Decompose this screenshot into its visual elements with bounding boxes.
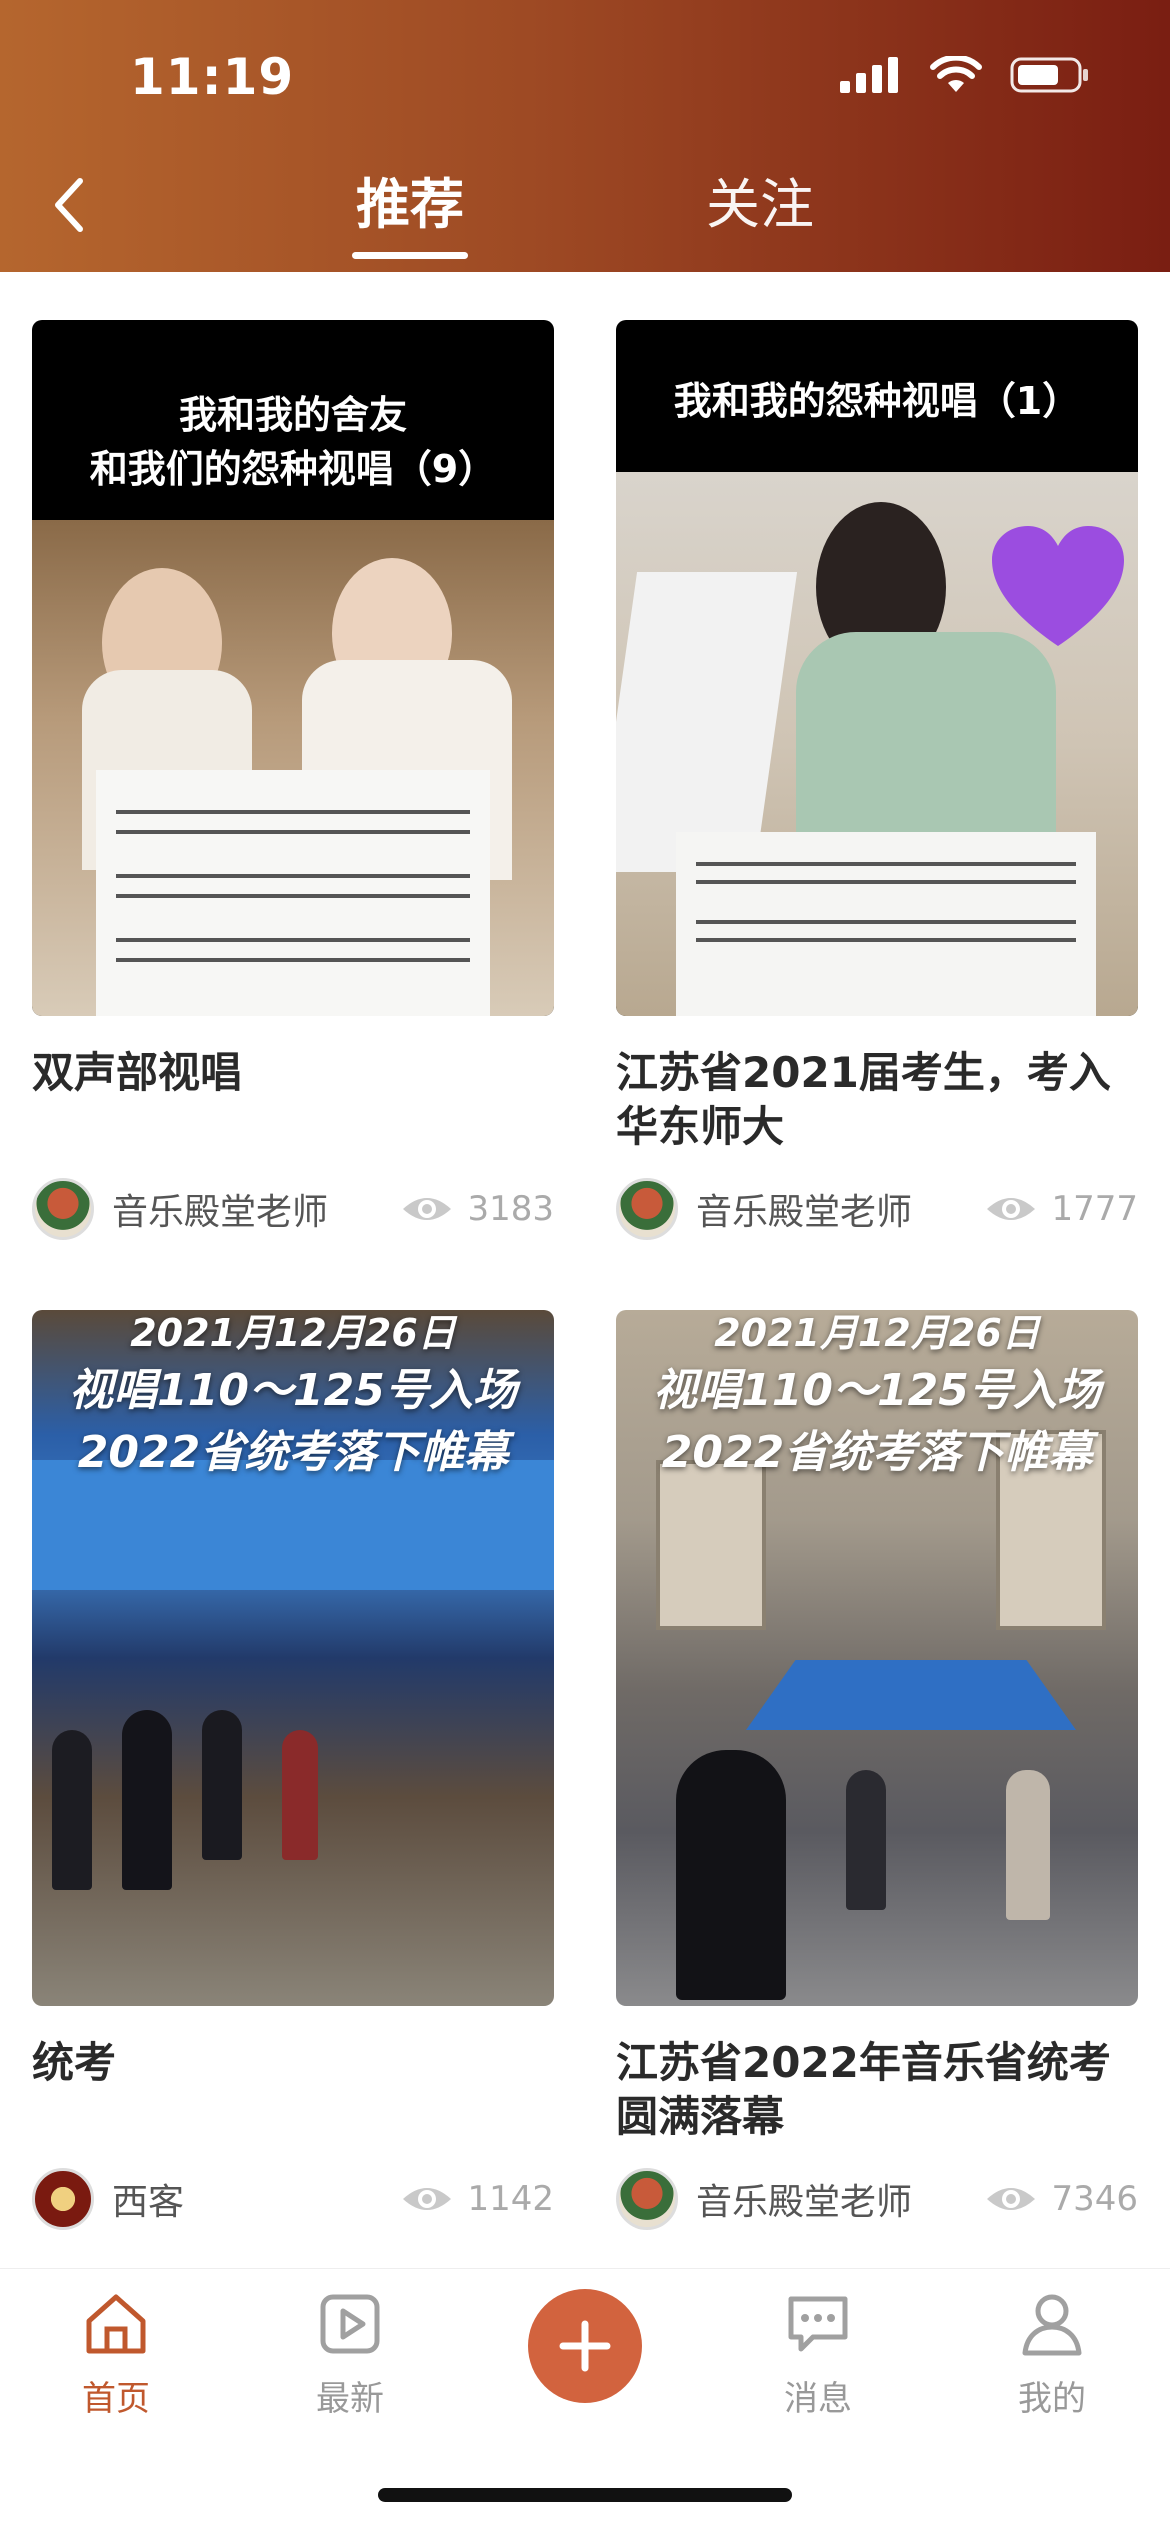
view-count: 1777 xyxy=(1051,1189,1138,1229)
plus-icon xyxy=(559,2320,611,2372)
person-figure xyxy=(52,1730,92,1890)
video-card[interactable]: 2021月12月26日 视唱110～125号入场 2022省统考落下帷幕 江苏省… xyxy=(616,1310,1138,2230)
thumbnail-photo xyxy=(32,520,554,1016)
video-card[interactable]: 我和我的舍友 和我们的怨种视唱（9） 双声部视唱 音乐殿堂老师 3183 xyxy=(32,320,554,1240)
tab-follow[interactable]: 关注 xyxy=(700,160,820,239)
person-figure xyxy=(676,1750,786,2000)
thumbnail-caption-line: 我和我的怨种视唱（1） xyxy=(673,379,1081,423)
battery-icon xyxy=(1010,57,1088,93)
person-figure xyxy=(846,1770,886,1910)
message-icon xyxy=(788,2296,848,2352)
author-name[interactable]: 音乐殿堂老师 xyxy=(696,2173,985,2225)
purple-heart-icon xyxy=(992,526,1124,646)
video-title[interactable]: 江苏省2021届考生，考入华东师大 xyxy=(616,1046,1138,1154)
nav-item-profile[interactable]: 我的 xyxy=(972,2289,1132,2420)
view-count: 7346 xyxy=(1051,2179,1138,2219)
home-icon xyxy=(86,2294,146,2354)
view-count: 1142 xyxy=(467,2179,554,2219)
wifi-icon xyxy=(930,56,982,92)
status-time: 11:19 xyxy=(130,48,295,106)
nav-label: 消息 xyxy=(784,2379,852,2419)
profile-icon xyxy=(1022,2294,1082,2356)
avatar[interactable] xyxy=(616,1178,678,1240)
nav-label: 我的 xyxy=(1018,2379,1086,2419)
avatar[interactable] xyxy=(32,1178,94,1240)
nav-item-home[interactable]: 首页 xyxy=(36,2289,196,2420)
avatar[interactable] xyxy=(32,2168,94,2230)
video-card[interactable]: 我和我的怨种视唱（1） 江苏省2021届考生，考入华东师大 音乐殿堂老师 177… xyxy=(616,320,1138,1240)
thumbnail-caption-line: 2022省统考落下帷幕 xyxy=(661,1427,1093,1478)
add-button[interactable] xyxy=(528,2289,642,2403)
video-thumbnail[interactable]: 2021月12月26日 视唱110～125号入场 2022省统考落下帷幕 xyxy=(32,1310,554,2006)
play-icon xyxy=(320,2294,380,2354)
video-meta: 音乐殿堂老师 1777 xyxy=(616,1178,1138,1240)
video-title[interactable]: 江苏省2022年音乐省统考圆满落幕 xyxy=(616,2036,1138,2144)
thumbnail-caption-line: 2022省统考落下帷幕 xyxy=(77,1427,509,1478)
thumbnail-caption-line: 视唱110～125号入场 xyxy=(653,1365,1101,1416)
video-meta: 音乐殿堂老师 3183 xyxy=(32,1178,554,1240)
view-count-icon xyxy=(987,2188,1036,2210)
video-card[interactable]: 2021月12月26日 视唱110～125号入场 2022省统考落下帷幕 统考 … xyxy=(32,1310,554,2230)
author-name[interactable]: 音乐殿堂老师 xyxy=(112,1183,401,1235)
person-figure xyxy=(122,1710,172,1890)
nav-label: 首页 xyxy=(82,2379,150,2419)
sheet-music xyxy=(96,770,490,1016)
signal-icon xyxy=(840,57,898,93)
thumbnail-caption-line: 2021月12月26日 xyxy=(130,1311,456,1355)
building-window xyxy=(656,1460,766,1630)
status-icons xyxy=(840,56,1090,94)
video-title[interactable]: 双声部视唱 xyxy=(32,1046,554,1154)
tab-recommend[interactable]: 推荐 xyxy=(350,160,470,239)
author-name[interactable]: 西客 xyxy=(112,2173,401,2225)
sheet-music xyxy=(616,572,798,872)
person-figure xyxy=(202,1710,242,1860)
author-name[interactable]: 音乐殿堂老师 xyxy=(696,1183,985,1235)
nav-label: 最新 xyxy=(316,2379,384,2419)
avatar[interactable] xyxy=(616,2168,678,2230)
video-meta: 音乐殿堂老师 7346 xyxy=(616,2168,1138,2230)
chevron-left-icon xyxy=(55,178,83,232)
person-figure xyxy=(282,1730,318,1860)
view-count: 3183 xyxy=(467,1189,554,1229)
thumbnail-caption-line: 和我们的怨种视唱（9） xyxy=(89,447,497,491)
nav-item-latest[interactable]: 最新 xyxy=(270,2289,430,2420)
back-button[interactable] xyxy=(40,165,100,245)
thumbnail-caption-line: 2021月12月26日 xyxy=(714,1311,1040,1355)
sheet-music xyxy=(676,832,1096,1016)
home-indicator xyxy=(378,2488,792,2502)
nav-item-messages[interactable]: 消息 xyxy=(738,2289,898,2420)
view-count-icon xyxy=(987,1198,1036,1220)
view-count-icon xyxy=(403,1198,452,1220)
thumbnail-photo xyxy=(616,472,1138,1016)
person-figure xyxy=(1006,1770,1050,1920)
tab-active-indicator xyxy=(352,252,468,259)
video-thumbnail[interactable]: 我和我的怨种视唱（1） xyxy=(616,320,1138,1016)
thumbnail-caption-line: 我和我的舍友 xyxy=(178,393,407,437)
video-title[interactable]: 统考 xyxy=(32,2036,554,2144)
thumbnail-caption-line: 视唱110～125号入场 xyxy=(69,1365,517,1416)
view-count-icon xyxy=(403,2188,452,2210)
video-thumbnail[interactable]: 我和我的舍友 和我们的怨种视唱（9） xyxy=(32,320,554,1016)
video-meta: 西客 1142 xyxy=(32,2168,554,2230)
app-screen: 11:19 推荐 关注 我和我的舍友 和我们的怨种视唱（9） 双声部视唱 音乐殿… xyxy=(0,0,1170,2532)
header: 11:19 推荐 关注 xyxy=(0,0,1170,272)
tent-canopy xyxy=(746,1660,1076,1730)
video-thumbnail[interactable]: 2021月12月26日 视唱110～125号入场 2022省统考落下帷幕 xyxy=(616,1310,1138,2006)
